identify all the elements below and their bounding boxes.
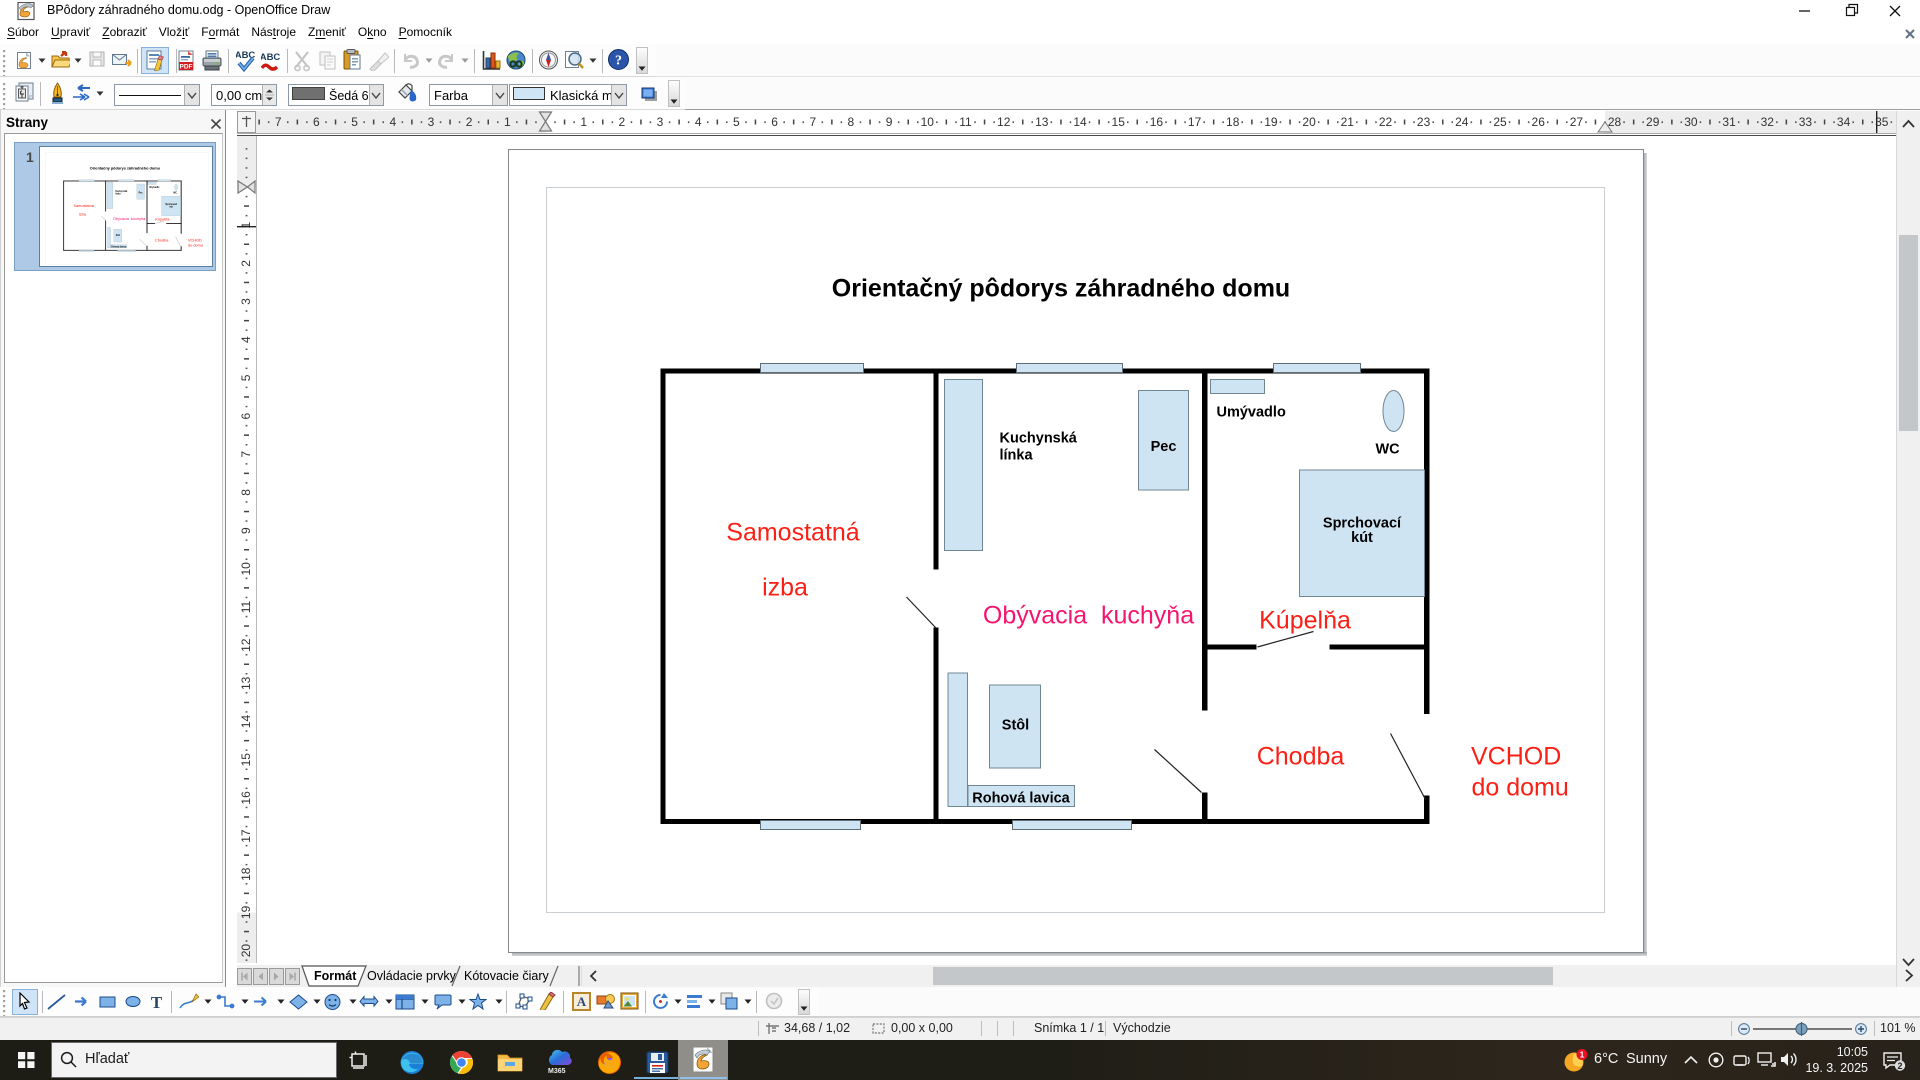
svg-text:12: 12 (239, 638, 253, 652)
svg-text:14: 14 (1073, 115, 1087, 129)
svg-text:23: 23 (1417, 115, 1431, 129)
svg-text:5: 5 (351, 115, 358, 129)
svg-text:Orientačný pôdorys záhradného: Orientačný pôdorys záhradného domu (832, 275, 1290, 303)
svg-text:10: 10 (921, 115, 935, 129)
svg-text:3: 3 (428, 115, 435, 129)
svg-text:27: 27 (1570, 115, 1584, 129)
svg-text:4: 4 (389, 115, 396, 129)
svg-text:13: 13 (239, 676, 253, 690)
svg-text:21: 21 (1341, 115, 1355, 129)
svg-text:14: 14 (239, 715, 253, 729)
svg-text:1: 1 (580, 115, 587, 129)
svg-text:línka: línka (1000, 448, 1034, 464)
svg-text:29: 29 (1646, 115, 1660, 129)
svg-text:do domu: do domu (188, 243, 203, 247)
svg-text:kút: kút (1351, 530, 1373, 546)
svg-text:línka: línka (115, 194, 121, 196)
svg-text:19: 19 (239, 905, 253, 919)
svg-text:31: 31 (1722, 115, 1736, 129)
svg-text:izba: izba (762, 574, 808, 602)
svg-text:WC: WC (173, 193, 177, 195)
svg-text:ABC: ABC (261, 52, 280, 63)
svg-text:4: 4 (239, 336, 253, 343)
svg-text:10: 10 (239, 562, 253, 576)
svg-text:Chodba: Chodba (155, 239, 169, 243)
svg-text:?: ? (615, 54, 622, 69)
svg-text:Rohová lavica: Rohová lavica (111, 246, 127, 248)
svg-text:izba: izba (79, 213, 87, 217)
svg-text:17: 17 (1188, 115, 1202, 129)
svg-text:A: A (577, 994, 587, 1009)
svg-text:Pec: Pec (1151, 439, 1177, 455)
svg-text:Obývacia kuchyňa: Obývacia kuchyňa (983, 602, 1194, 630)
svg-text:5: 5 (733, 115, 740, 129)
svg-text:24: 24 (1455, 115, 1469, 129)
svg-text:18: 18 (239, 867, 253, 881)
svg-text:20: 20 (1302, 115, 1316, 129)
svg-text:16: 16 (239, 791, 253, 805)
svg-text:Stôl: Stôl (1002, 718, 1029, 734)
svg-text:9: 9 (886, 115, 893, 129)
svg-text:2: 2 (619, 115, 626, 129)
svg-text:26: 26 (1532, 115, 1546, 129)
svg-text:28: 28 (1608, 115, 1622, 129)
svg-text:9: 9 (239, 527, 253, 534)
svg-text:Samostatná: Samostatná (726, 519, 860, 547)
svg-text:Orientačný pôdorys záhradného: Orientačný pôdorys záhradného domu (90, 167, 161, 171)
svg-text:Obývacia kuchyňa: Obývacia kuchyňa (113, 217, 146, 221)
svg-text:WC: WC (1376, 442, 1401, 458)
svg-text:3: 3 (239, 298, 253, 305)
svg-text:8: 8 (239, 489, 253, 496)
svg-text:Umývadlo: Umývadlo (149, 187, 160, 189)
svg-text:7: 7 (275, 115, 282, 129)
svg-text:33: 33 (1799, 115, 1813, 129)
svg-text:7: 7 (809, 115, 816, 129)
svg-text:30: 30 (1684, 115, 1698, 129)
svg-text:3: 3 (657, 115, 664, 129)
svg-text:11: 11 (239, 600, 253, 613)
svg-text:6: 6 (771, 115, 778, 129)
svg-text:8: 8 (848, 115, 855, 129)
svg-text:Kúpelňa: Kúpelňa (1259, 607, 1351, 635)
svg-text:Rohová lavica: Rohová lavica (972, 791, 1070, 807)
svg-text:2: 2 (466, 115, 473, 129)
svg-text:kút: kút (170, 205, 174, 208)
svg-text:7: 7 (239, 451, 253, 458)
svg-text:4: 4 (695, 115, 702, 129)
svg-text:17: 17 (239, 829, 253, 843)
svg-text:19: 19 (1264, 115, 1278, 129)
svg-text:18: 18 (1226, 115, 1240, 129)
svg-text:Samostatná: Samostatná (73, 204, 94, 208)
svg-text:6: 6 (313, 115, 320, 129)
svg-text:11: 11 (959, 115, 972, 129)
svg-text:12: 12 (997, 115, 1011, 129)
svg-text:T: T (151, 993, 163, 1010)
svg-text:32: 32 (1761, 115, 1775, 129)
svg-text:1: 1 (239, 222, 253, 229)
svg-text:15: 15 (1112, 115, 1126, 129)
svg-text:Kúpelňa: Kúpelňa (155, 218, 170, 222)
svg-text:Umývadlo: Umývadlo (1217, 405, 1286, 421)
svg-text:5: 5 (239, 374, 253, 381)
svg-text:22: 22 (1379, 115, 1393, 129)
svg-text:25: 25 (1493, 115, 1507, 129)
svg-text:2: 2 (1897, 1061, 1902, 1071)
svg-text:6: 6 (239, 412, 253, 419)
svg-text:Chodba: Chodba (1257, 743, 1345, 771)
svg-text:34: 34 (1837, 115, 1851, 129)
svg-text:do domu: do domu (1472, 774, 1569, 802)
svg-text:PDF: PDF (180, 64, 193, 71)
svg-text:VCHOD: VCHOD (1471, 743, 1561, 771)
svg-text:VCHOD: VCHOD (188, 239, 202, 243)
svg-text:1: 1 (1580, 1050, 1585, 1060)
svg-text:2: 2 (239, 260, 253, 267)
svg-text:16: 16 (1150, 115, 1164, 129)
svg-text:20: 20 (239, 944, 253, 958)
svg-text:1: 1 (504, 115, 511, 129)
svg-text:Stôl: Stôl (116, 234, 121, 237)
svg-text:13: 13 (1035, 115, 1049, 129)
svg-text:15: 15 (239, 753, 253, 767)
svg-text:Kuchynská: Kuchynská (1000, 431, 1078, 447)
